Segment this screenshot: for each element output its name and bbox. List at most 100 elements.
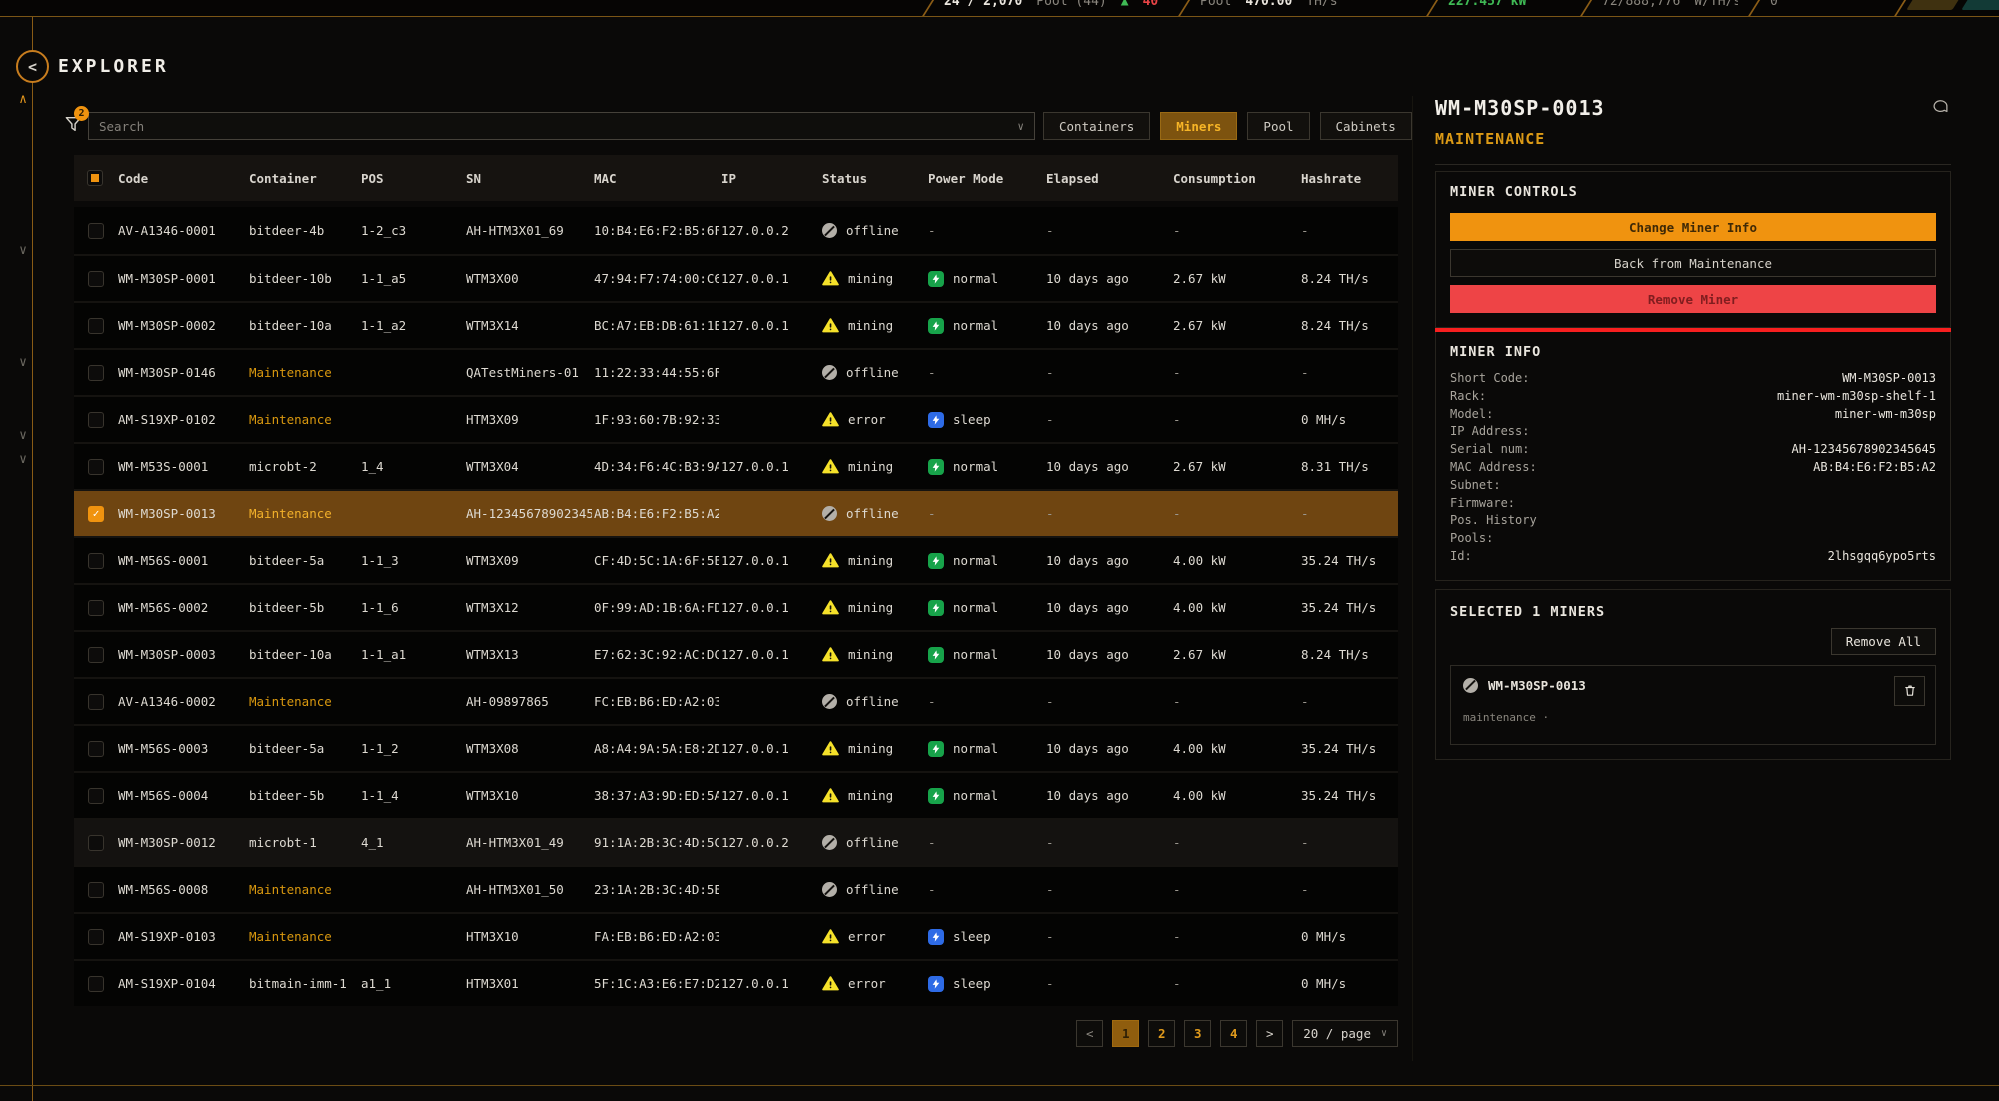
cell-pos: 1_4	[359, 459, 464, 474]
row-checkbox-cell	[74, 788, 116, 804]
miner-info-row: Pos. History	[1450, 512, 1936, 530]
cell-container: Maintenance	[247, 365, 359, 380]
back-button[interactable]: <	[16, 50, 49, 83]
row-checkbox[interactable]	[88, 412, 104, 428]
cell-elapsed: 10 days ago	[1044, 553, 1171, 568]
prev-page-button[interactable]: <	[1076, 1020, 1103, 1047]
change-miner-info-button[interactable]: Change Miner Info	[1450, 213, 1936, 241]
power-bolt-icon	[928, 600, 944, 616]
row-checkbox[interactable]	[88, 600, 104, 616]
view-tab-pool[interactable]: Pool	[1247, 112, 1309, 140]
rail-chevron-down-icon[interactable]: ∨	[12, 452, 34, 467]
miner-info-section: MINER INFO Short Code:WM-M30SP-0013Rack:…	[1435, 332, 1951, 581]
table-row[interactable]: AV-A1346-0002MaintenanceAH-09897865FC:EB…	[74, 677, 1398, 724]
view-tab-containers[interactable]: Containers	[1043, 112, 1150, 140]
row-checkbox[interactable]	[88, 271, 104, 287]
back-from-maintenance-button[interactable]: Back from Maintenance	[1450, 249, 1936, 277]
rail-chevron-up-icon[interactable]: ∧	[12, 92, 34, 107]
cell-sn: QATestMiners-01	[464, 365, 592, 380]
row-checkbox-cell	[74, 647, 116, 663]
info-label: Firmware:	[1450, 495, 1515, 513]
table-row[interactable]: AM-S19XP-0104bitmain-imm-1a1_1HTM3X015F:…	[74, 959, 1398, 1006]
table-row[interactable]: WM-M30SP-0002bitdeer-10a1-1_a2WTM3X14BC:…	[74, 301, 1398, 348]
table-row[interactable]: AM-S19XP-0102MaintenanceHTM3X091F:93:60:…	[74, 395, 1398, 442]
delete-selected-miner-button[interactable]	[1894, 676, 1925, 706]
top-bar-divider	[916, 0, 934, 17]
cell-ip: 127.0.0.1	[719, 271, 820, 286]
view-tab-miners[interactable]: Miners	[1160, 112, 1237, 140]
warning-icon	[822, 787, 839, 804]
status-label: mining	[848, 600, 893, 615]
row-checkbox[interactable]: ✓	[88, 506, 104, 522]
cell-elapsed: -	[1044, 929, 1171, 944]
remove-miner-button[interactable]: Remove Miner	[1450, 285, 1936, 313]
cell-ip: 127.0.0.1	[719, 600, 820, 615]
cell-status: offline	[820, 882, 926, 897]
page-button-3[interactable]: 3	[1184, 1020, 1211, 1047]
cell-pos: 1-1_a2	[359, 318, 464, 333]
row-checkbox[interactable]	[88, 976, 104, 992]
miner-info-row: Model:miner-wm-m30sp	[1450, 406, 1936, 424]
row-checkbox-cell	[74, 741, 116, 757]
row-checkbox[interactable]	[88, 553, 104, 569]
table-row[interactable]: WM-M30SP-0146MaintenanceQATestMiners-011…	[74, 348, 1398, 395]
remove-all-button[interactable]: Remove All	[1831, 628, 1936, 655]
cell-power-mode: normal	[926, 318, 1044, 334]
row-checkbox[interactable]	[88, 647, 104, 663]
rail-chevron-down-icon[interactable]: ∨	[12, 243, 34, 258]
table-row[interactable]: WM-M56S-0008MaintenanceAH-HTM3X01_5023:1…	[74, 865, 1398, 912]
cell-status: mining	[820, 787, 926, 804]
table-row[interactable]: WM-M30SP-0001bitdeer-10b1-1_a5WTM3X0047:…	[74, 254, 1398, 301]
table-row[interactable]: AM-S19XP-0103MaintenanceHTM3X10FA:EB:B6:…	[74, 912, 1398, 959]
search-input[interactable]	[99, 119, 1017, 134]
miner-detail-panel: WM-M30SP-0013 MAINTENANCE MINER CONTROLS…	[1435, 96, 1951, 760]
next-page-button[interactable]: >	[1256, 1020, 1283, 1047]
cell-status: mining	[820, 740, 926, 757]
row-checkbox[interactable]	[88, 741, 104, 757]
table-row[interactable]: AV-A1346-0001bitdeer-4b1-2_c3AH-HTM3X01_…	[74, 207, 1398, 254]
info-value: 2lhsgqq6ypo5rts	[1828, 548, 1936, 566]
page-size-select[interactable]: 20 / page∨	[1292, 1020, 1398, 1047]
rail-chevron-down-icon[interactable]: ∨	[12, 428, 34, 443]
table-row[interactable]: WM-M56S-0002bitdeer-5b1-1_6WTM3X120F:99:…	[74, 583, 1398, 630]
select-all-checkbox[interactable]	[87, 170, 103, 186]
row-checkbox-cell	[74, 694, 116, 710]
row-checkbox[interactable]	[88, 835, 104, 851]
table-row[interactable]: WM-M56S-0004bitdeer-5b1-1_4WTM3X1038:37:…	[74, 771, 1398, 818]
rail-chevron-down-icon[interactable]: ∨	[12, 355, 34, 370]
table-row[interactable]: WM-M56S-0001bitdeer-5a1-1_3WTM3X09CF:4D:…	[74, 536, 1398, 583]
top-bar-stat: 72/888,776	[1602, 0, 1680, 13]
row-checkbox[interactable]	[88, 788, 104, 804]
table-row[interactable]: WM-M30SP-0012microbt-14_1AH-HTM3X01_4991…	[74, 818, 1398, 865]
cell-code: WM-M30SP-0013	[116, 506, 247, 521]
search-dropdown-chevron-icon[interactable]: ∨	[1017, 120, 1024, 133]
cell-pos: 1-1_a5	[359, 271, 464, 286]
filter-count-badge: 2	[74, 106, 89, 121]
row-checkbox[interactable]	[88, 223, 104, 239]
row-checkbox-cell	[74, 365, 116, 381]
table-row[interactable]: WM-M53S-0001microbt-21_4WTM3X044D:34:F6:…	[74, 442, 1398, 489]
row-checkbox[interactable]	[88, 459, 104, 475]
top-bar-segments: 24 / 2,070Pool (44)▲40Pool470.00TH/s227.…	[912, 0, 1910, 17]
row-checkbox[interactable]	[88, 882, 104, 898]
row-checkbox[interactable]	[88, 929, 104, 945]
row-checkbox[interactable]	[88, 365, 104, 381]
cell-mac: 23:1A:2B:3C:4D:5E	[592, 882, 719, 897]
page-button-2[interactable]: 2	[1148, 1020, 1175, 1047]
table-row[interactable]: WM-M30SP-0003bitdeer-10a1-1_a1WTM3X13E7:…	[74, 630, 1398, 677]
cell-mac: E7:62:3C:92:AC:DC	[592, 647, 719, 662]
table-row[interactable]: ✓WM-M30SP-0013MaintenanceAH-123456789023…	[74, 489, 1398, 536]
view-tab-cabinets[interactable]: Cabinets	[1320, 112, 1412, 140]
comment-icon[interactable]	[1932, 98, 1949, 119]
table-header: CodeContainerPOSSNMACIPStatusPower ModeE…	[74, 155, 1398, 201]
top-bar-segment: Pool470.00TH/s	[1194, 0, 1416, 17]
page-button-1[interactable]: 1	[1112, 1020, 1139, 1047]
row-checkbox[interactable]	[88, 318, 104, 334]
column-header: Code	[116, 171, 247, 186]
cell-mac: 5F:1C:A3:E6:E7:D2	[592, 976, 719, 991]
table-row[interactable]: WM-M56S-0003bitdeer-5a1-1_2WTM3X08A8:A4:…	[74, 724, 1398, 771]
row-checkbox[interactable]	[88, 694, 104, 710]
cell-ip: 127.0.0.2	[719, 223, 820, 238]
page-button-4[interactable]: 4	[1220, 1020, 1247, 1047]
power-label: normal	[953, 553, 998, 568]
